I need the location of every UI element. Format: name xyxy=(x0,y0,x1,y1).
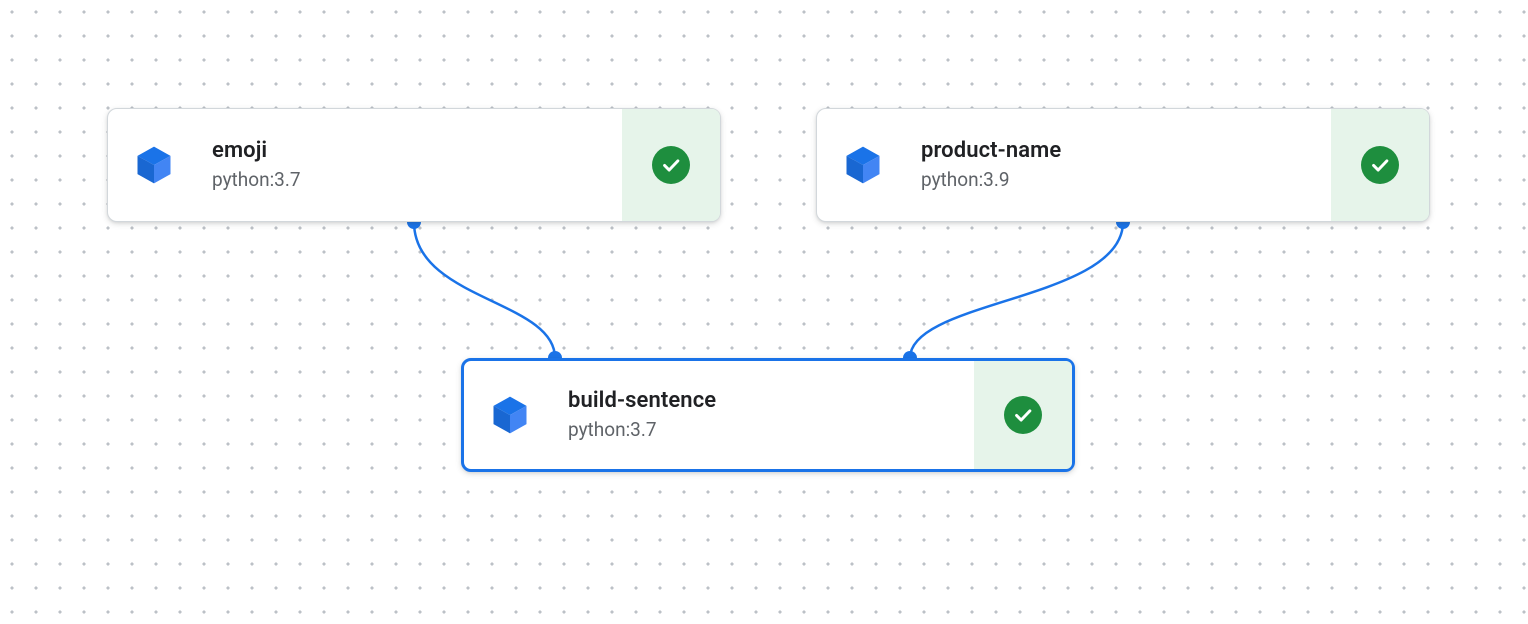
cube-icon xyxy=(488,393,532,437)
edge-layer xyxy=(0,0,1528,624)
node-subtitle: python:3.9 xyxy=(921,169,1061,192)
node-status xyxy=(1331,109,1429,221)
pipeline-node-product-name[interactable]: product-name python:3.9 xyxy=(816,108,1430,222)
success-badge xyxy=(652,146,690,184)
node-status xyxy=(974,361,1072,469)
edge-product-name-to-build-sentence xyxy=(910,222,1123,358)
check-icon xyxy=(1369,154,1391,176)
node-title: emoji xyxy=(212,138,301,164)
check-icon xyxy=(660,154,682,176)
node-body: emoji python:3.7 xyxy=(108,109,622,221)
node-texts: build-sentence python:3.7 xyxy=(568,388,716,441)
success-badge xyxy=(1361,146,1399,184)
success-badge xyxy=(1004,396,1042,434)
check-icon xyxy=(1012,404,1034,426)
node-title: build-sentence xyxy=(568,388,716,414)
node-texts: product-name python:3.9 xyxy=(921,138,1061,191)
node-title: product-name xyxy=(921,138,1061,164)
node-subtitle: python:3.7 xyxy=(212,169,301,192)
edge-emoji-to-build-sentence xyxy=(414,222,555,358)
node-status xyxy=(622,109,720,221)
node-body: product-name python:3.9 xyxy=(817,109,1331,221)
cube-icon xyxy=(132,143,176,187)
node-texts: emoji python:3.7 xyxy=(212,138,301,191)
node-body: build-sentence python:3.7 xyxy=(464,361,974,469)
pipeline-node-emoji[interactable]: emoji python:3.7 xyxy=(107,108,721,222)
cube-icon xyxy=(841,143,885,187)
pipeline-canvas[interactable]: emoji python:3.7 product-name xyxy=(0,0,1528,624)
node-subtitle: python:3.7 xyxy=(568,419,716,442)
pipeline-node-build-sentence[interactable]: build-sentence python:3.7 xyxy=(461,358,1075,472)
